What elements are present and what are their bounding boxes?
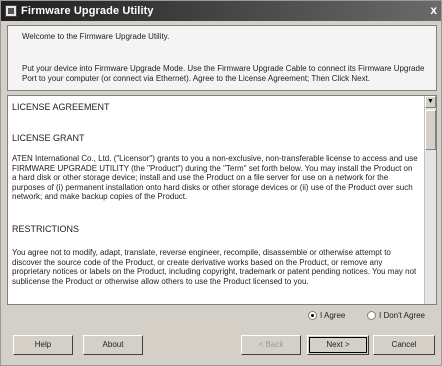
license-agreement-heading: LICENSE AGREEMENT [12,102,110,112]
next-button[interactable]: Next > [307,335,369,355]
license-grant-heading: LICENSE GRANT [12,133,85,143]
disagree-label: I Don't Agree [379,311,425,320]
agree-label: I Agree [320,311,346,320]
welcome-text: Welcome to the Firmware Upgrade Utility. [22,32,170,41]
firmware-upgrade-window: Firmware Upgrade Utility x Welcome to th… [0,0,442,366]
license-scrollbar[interactable]: ▲ ▼ [424,96,436,304]
cancel-button[interactable]: Cancel [373,335,435,355]
help-button[interactable]: Help [13,335,73,355]
disagree-radio-indicator[interactable] [367,311,376,320]
scroll-thumb[interactable] [425,110,436,150]
intro-panel: Welcome to the Firmware Upgrade Utility.… [7,25,437,91]
back-button[interactable]: < Back [241,335,301,355]
scroll-down-icon[interactable]: ▼ [425,96,436,108]
restrictions-text: You agree not to modify, adapt, translat… [12,248,417,286]
agree-radio[interactable]: I Agree [308,311,345,320]
title-bar[interactable]: Firmware Upgrade Utility x [1,1,441,21]
disagree-radio[interactable]: I Don't Agree [367,311,425,320]
window-title: Firmware Upgrade Utility [21,5,154,17]
restrictions-heading: RESTRICTIONS [12,224,80,234]
close-icon[interactable]: x [430,3,437,17]
instructions-text: Put your device into Firmware Upgrade Mo… [22,64,425,83]
button-bar: Help About < Back Next > Cancel [1,335,442,355]
license-textbox[interactable]: LICENSE AGREEMENT LICENSE GRANT ATEN Int… [7,95,437,305]
about-button[interactable]: About [83,335,143,355]
app-icon [5,5,17,17]
license-grant-text: ATEN International Co., Ltd. ("Licensor"… [12,154,418,201]
agree-radio-indicator[interactable] [308,311,317,320]
